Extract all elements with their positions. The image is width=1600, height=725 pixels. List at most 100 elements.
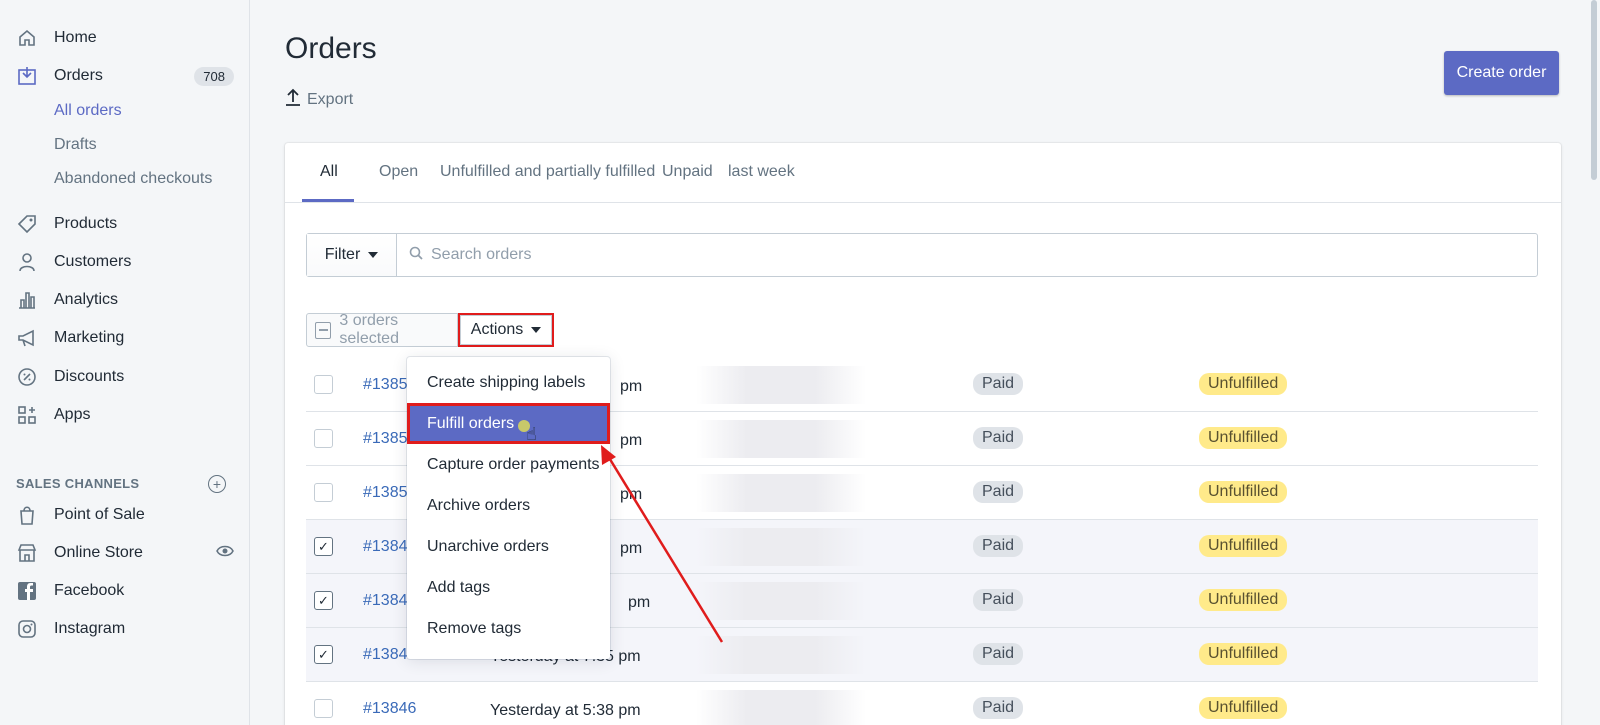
- sidebar: Home Orders 708 All orders Drafts Abando…: [0, 0, 250, 725]
- add-channel-button[interactable]: +: [208, 475, 226, 493]
- tag-icon: [16, 213, 38, 235]
- shopping-bag-icon: [16, 504, 38, 526]
- payment-badge: Paid: [973, 481, 1024, 503]
- filter-button[interactable]: Filter: [307, 234, 397, 276]
- nav-instagram-label: Instagram: [54, 620, 126, 637]
- bar-chart-icon: [16, 289, 38, 311]
- person-icon: [16, 251, 38, 273]
- table-row[interactable]: #13846 Yesterday at 5:38 pm Paid Unfulfi…: [306, 682, 1538, 725]
- filter-bar: Filter Search orders: [306, 233, 1538, 277]
- order-number[interactable]: #1384: [363, 592, 408, 610]
- fulfillment-badge: Unfulfilled: [1199, 643, 1288, 665]
- nav-analytics[interactable]: Analytics: [16, 285, 234, 315]
- facebook-icon: [16, 580, 38, 602]
- redacted-customer: [696, 636, 866, 674]
- nav-discounts-label: Discounts: [54, 368, 125, 385]
- tabs: All Open Unfulfilled and partially fulfi…: [285, 143, 1561, 203]
- fulfillment-badge: Unfulfilled: [1199, 697, 1288, 719]
- order-number[interactable]: #1385: [363, 376, 408, 394]
- scrollbar[interactable]: [1591, 0, 1597, 180]
- fulfillment-badge: Unfulfilled: [1199, 481, 1288, 503]
- nav-all-orders[interactable]: All orders: [54, 102, 122, 120]
- nav-apps[interactable]: Apps: [16, 400, 234, 430]
- tab-open[interactable]: Open: [379, 163, 418, 181]
- tab-last-week[interactable]: last week: [728, 163, 795, 181]
- actions-dropdown-menu: Create shipping labels Fulfill orders ☝ …: [407, 357, 610, 659]
- search-input[interactable]: Search orders: [397, 234, 1537, 276]
- nav-analytics-label: Analytics: [54, 291, 119, 308]
- caret-down-icon: [368, 252, 379, 258]
- tab-unpaid[interactable]: Unpaid: [662, 163, 713, 181]
- nav-instagram[interactable]: Instagram: [16, 614, 234, 644]
- fulfillment-badge: Unfulfilled: [1199, 535, 1288, 557]
- nav-facebook-label: Facebook: [54, 582, 125, 599]
- actions-button[interactable]: Actions: [458, 313, 554, 347]
- create-order-button[interactable]: Create order: [1444, 51, 1559, 95]
- hand-cursor-icon: ☝: [526, 424, 537, 444]
- menu-item-archive-orders[interactable]: Archive orders: [407, 485, 610, 526]
- orders-count-badge: 708: [194, 66, 234, 86]
- orders-icon: [16, 65, 38, 87]
- row-checkbox[interactable]: [314, 375, 333, 394]
- nav-products[interactable]: Products: [16, 209, 234, 239]
- nav-facebook[interactable]: Facebook: [16, 576, 234, 606]
- caret-down-icon: [531, 327, 542, 333]
- tab-unfulfilled[interactable]: Unfulfilled and partially fulfilled: [440, 163, 655, 181]
- deselect-checkbox[interactable]: [315, 321, 332, 339]
- page-title: Orders: [285, 32, 377, 65]
- nav-drafts[interactable]: Drafts: [54, 136, 97, 154]
- nav-point-of-sale[interactable]: Point of Sale: [16, 500, 234, 530]
- menu-item-fulfill-orders-label: Fulfill orders: [427, 414, 515, 432]
- nav-abandoned-checkouts[interactable]: Abandoned checkouts: [54, 170, 212, 188]
- menu-item-fulfill-orders[interactable]: Fulfill orders ☝: [407, 403, 610, 444]
- selected-count: 3 orders selected: [339, 312, 399, 347]
- row-checkbox[interactable]: [314, 699, 333, 718]
- bulk-select[interactable]: 3 orders selected: [306, 312, 458, 347]
- tab-all[interactable]: All: [320, 163, 338, 181]
- menu-item-add-tags[interactable]: Add tags: [407, 567, 610, 608]
- order-date: pm: [620, 378, 643, 395]
- order-number[interactable]: #1385: [363, 430, 408, 448]
- nav-online-store[interactable]: Online Store: [16, 538, 234, 568]
- menu-item-remove-tags[interactable]: Remove tags: [407, 608, 610, 649]
- payment-badge: Paid: [973, 697, 1024, 719]
- nav-apps-label: Apps: [54, 406, 91, 423]
- row-checkbox[interactable]: [314, 483, 333, 502]
- payment-badge: Paid: [973, 373, 1024, 395]
- order-date: Yesterday at 5:38 pm: [490, 702, 641, 719]
- actions-label: Actions: [470, 321, 524, 338]
- sales-channels-title: SALES CHANNELS: [16, 476, 140, 491]
- export-button[interactable]: Export: [285, 88, 353, 111]
- nav-discounts[interactable]: Discounts: [16, 362, 234, 392]
- row-checkbox[interactable]: [314, 429, 333, 448]
- bulk-actions-bar: 3 orders selected Actions: [306, 312, 554, 347]
- nav-products-label: Products: [54, 215, 118, 232]
- order-number[interactable]: #1385(: [363, 484, 413, 502]
- redacted-customer: [696, 420, 866, 458]
- home-icon: [16, 27, 38, 49]
- order-date: pm: [620, 540, 643, 557]
- fulfillment-badge: Unfulfilled: [1199, 589, 1288, 611]
- nav-marketing[interactable]: Marketing: [16, 323, 234, 353]
- row-checkbox-checked[interactable]: ✓: [314, 537, 333, 556]
- redacted-customer: [696, 366, 866, 404]
- payment-badge: Paid: [973, 643, 1024, 665]
- row-checkbox-checked[interactable]: ✓: [314, 645, 333, 664]
- order-date: pm: [620, 432, 643, 449]
- order-number[interactable]: #1384: [363, 538, 408, 556]
- menu-item-create-shipping-labels[interactable]: Create shipping labels: [407, 362, 610, 403]
- nav-customers[interactable]: Customers: [16, 247, 234, 277]
- menu-item-unarchive-orders[interactable]: Unarchive orders: [407, 526, 610, 567]
- nav-home-label: Home: [54, 29, 97, 46]
- redacted-customer: [696, 474, 866, 512]
- order-number[interactable]: #13846: [363, 700, 416, 718]
- nav-marketing-label: Marketing: [54, 329, 125, 346]
- nav-orders[interactable]: Orders 708: [16, 61, 234, 91]
- filter-label: Filter: [324, 246, 361, 263]
- eye-icon[interactable]: [216, 544, 234, 563]
- order-date: pm: [628, 594, 651, 611]
- active-tab-indicator: [302, 199, 354, 202]
- nav-home[interactable]: Home: [16, 23, 234, 53]
- row-checkbox-checked[interactable]: ✓: [314, 591, 333, 610]
- menu-item-capture-payments[interactable]: Capture order payments: [407, 444, 610, 485]
